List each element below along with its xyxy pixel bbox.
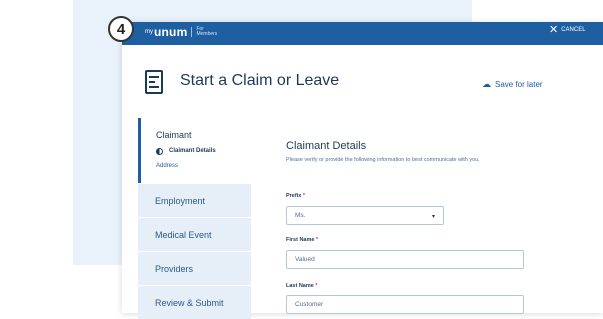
- logo-tagline-members: Members: [196, 31, 218, 37]
- sidebar-item-employment[interactable]: Employment: [138, 183, 251, 217]
- first-name-label: First Name *: [286, 237, 318, 243]
- sidebar-item-review-submit[interactable]: Review & Submit: [138, 285, 251, 319]
- logo-tagline: For Members: [196, 27, 217, 37]
- close-icon: ✕: [549, 24, 559, 36]
- cloud-save-icon: ☁: [482, 79, 491, 89]
- last-name-label-text: Last Name: [286, 283, 314, 289]
- save-for-later-button[interactable]: ☁ Save for later: [482, 79, 543, 90]
- sidebar-item-medical-event[interactable]: Medical Event: [138, 217, 251, 251]
- cancel-label: CANCEL: [561, 27, 586, 33]
- prefix-label: Prefix *: [286, 193, 305, 199]
- claimant-details-section: Claimant Details Please verify or provid…: [286, 140, 556, 164]
- first-name-value: Valued: [295, 256, 315, 263]
- unum-logo[interactable]: my unum For Members: [145, 24, 217, 40]
- last-name-value: Customer: [295, 301, 324, 308]
- sidebar-item-providers[interactable]: Providers: [138, 251, 251, 285]
- save-for-later-label: Save for later: [495, 80, 543, 89]
- section-description: Please verify or provide the following i…: [286, 157, 480, 163]
- last-name-field[interactable]: Customer: [286, 295, 524, 314]
- step-number-badge: 4: [108, 16, 134, 42]
- first-name-label-text: First Name: [286, 237, 315, 243]
- sidebar-subitem-claimant-details[interactable]: Claimant Details: [153, 145, 266, 157]
- sidebar-subitem-label: Claimant Details: [169, 148, 216, 154]
- first-name-field[interactable]: Valued: [286, 250, 524, 269]
- step-sidebar: Claimant Claimant Details Address Employ…: [138, 118, 266, 319]
- logo-my: my: [145, 29, 153, 35]
- prefix-select[interactable]: Ms. ▾: [286, 206, 444, 225]
- last-name-label: Last Name *: [286, 283, 318, 289]
- claim-form-icon: [145, 70, 163, 94]
- prefix-value: Ms.: [295, 212, 306, 219]
- half-progress-icon: [156, 147, 163, 155]
- logo-divider: [191, 27, 193, 37]
- sidebar-subitem-address[interactable]: Address: [156, 163, 178, 169]
- required-marker: *: [302, 193, 305, 199]
- required-marker: *: [315, 283, 318, 289]
- logo-brand: unum: [154, 25, 188, 39]
- sidebar-item-claimant[interactable]: Claimant Claimant Details Address: [138, 118, 266, 183]
- cancel-button[interactable]: ✕ CANCEL: [549, 24, 586, 36]
- section-title: Claimant Details: [286, 140, 367, 152]
- sidebar-claimant-label: Claimant: [156, 130, 192, 140]
- prefix-label-text: Prefix: [286, 193, 302, 199]
- required-marker: *: [315, 237, 319, 243]
- page-title: Start a Claim or Leave: [180, 72, 340, 89]
- chevron-down-icon: ▾: [431, 214, 435, 220]
